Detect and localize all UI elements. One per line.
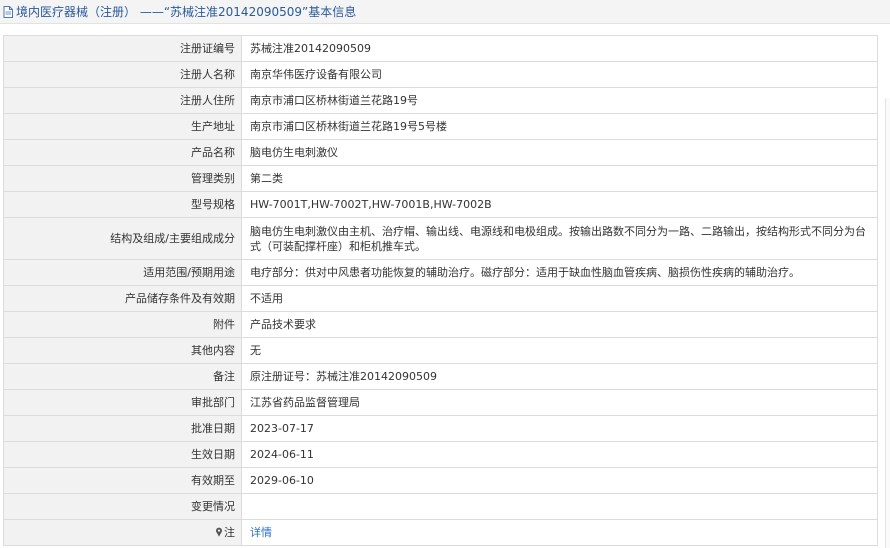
table-row: 生产地址 南京市浦口区桥林街道兰花路19号5号楼: [3, 113, 878, 140]
row-label: 备注: [3, 363, 242, 390]
row-value: 产品技术要求: [241, 311, 878, 338]
row-label: 注册人住所: [3, 87, 242, 114]
row-value: 南京市浦口区桥林街道兰花路19号: [241, 87, 878, 114]
page-title: 境内医疗器械（注册） ——“苏械注准20142090509”基本信息: [16, 5, 357, 19]
row-value: 南京华伟医疗设备有限公司: [241, 61, 878, 88]
row-value: 无: [241, 337, 878, 364]
page-title-bar: 境内医疗器械（注册） ——“苏械注准20142090509”基本信息: [0, 0, 890, 24]
row-label: 审批部门: [3, 389, 242, 416]
table-row: 产品名称 脑电仿生电刺激仪: [3, 139, 878, 166]
info-table-container: 注册证编号 苏械注准20142090509 注册人名称 南京华伟医疗设备有限公司…: [3, 35, 878, 546]
table-row: 有效期至 2029-06-10: [3, 467, 878, 494]
note-label: 注: [224, 525, 235, 539]
row-label: 生产地址: [3, 113, 242, 140]
table-row: 结构及组成/主要组成成分 脑电仿生电刺激仪由主机、治疗帽、输出线、电源线和电极组…: [3, 217, 878, 260]
table-row: 备注 原注册证号：苏械注准20142090509: [3, 363, 878, 390]
note-label-cell: 注: [3, 519, 242, 546]
row-label: 管理类别: [3, 165, 242, 192]
pin-icon: [215, 526, 223, 541]
table-row: 注册证编号 苏械注准20142090509: [3, 35, 878, 62]
row-value: 南京市浦口区桥林街道兰花路19号5号楼: [241, 113, 878, 140]
row-label: 适用范围/预期用途: [3, 259, 242, 286]
table-row: 注册人住所 南京市浦口区桥林街道兰花路19号: [3, 87, 878, 114]
table-row: 生效日期 2024-06-11: [3, 441, 878, 468]
row-label: 结构及组成/主要组成成分: [3, 217, 242, 260]
row-value: 第二类: [241, 165, 878, 192]
row-value: 2029-06-10: [241, 467, 878, 494]
row-value: 原注册证号：苏械注准20142090509: [241, 363, 878, 390]
row-value: HW-7001T,HW-7002T,HW-7001B,HW-7002B: [241, 191, 878, 218]
table-row: 附件 产品技术要求: [3, 311, 878, 338]
detail-link[interactable]: 详情: [250, 526, 272, 539]
row-value: 脑电仿生电刺激仪由主机、治疗帽、输出线、电源线和电极组成。按输出路数不同分为一路…: [241, 217, 878, 260]
row-label: 批准日期: [3, 415, 242, 442]
document-icon: [3, 5, 13, 18]
row-value: 电疗部分：供对中风患者功能恢复的辅助治疗。磁疗部分：适用于缺血性脑血管疾病、脑损…: [241, 259, 878, 286]
row-value: 2024-06-11: [241, 441, 878, 468]
table-row: 适用范围/预期用途 电疗部分：供对中风患者功能恢复的辅助治疗。磁疗部分：适用于缺…: [3, 259, 878, 286]
table-row: 型号规格 HW-7001T,HW-7002T,HW-7001B,HW-7002B: [3, 191, 878, 218]
row-label: 附件: [3, 311, 242, 338]
table-row-note: 注 详情: [3, 519, 878, 546]
row-value: [241, 493, 878, 520]
row-label: 注册人名称: [3, 61, 242, 88]
table-row: 其他内容 无: [3, 337, 878, 364]
table-row: 管理类别 第二类: [3, 165, 878, 192]
table-row: 变更情况: [3, 493, 878, 520]
row-value: 江苏省药品监督管理局: [241, 389, 878, 416]
row-value: 脑电仿生电刺激仪: [241, 139, 878, 166]
scrollbar[interactable]: [885, 98, 890, 548]
table-row: 注册人名称 南京华伟医疗设备有限公司: [3, 61, 878, 88]
row-label: 有效期至: [3, 467, 242, 494]
note-value-cell: 详情: [241, 519, 878, 546]
row-label: 型号规格: [3, 191, 242, 218]
row-label: 其他内容: [3, 337, 242, 364]
row-value: 不适用: [241, 285, 878, 312]
row-value: 苏械注准20142090509: [241, 35, 878, 62]
row-label: 变更情况: [3, 493, 242, 520]
table-row: 产品储存条件及有效期 不适用: [3, 285, 878, 312]
row-label: 产品储存条件及有效期: [3, 285, 242, 312]
basic-info-table: 注册证编号 苏械注准20142090509 注册人名称 南京华伟医疗设备有限公司…: [3, 35, 878, 546]
row-value: 2023-07-17: [241, 415, 878, 442]
row-label: 生效日期: [3, 441, 242, 468]
table-row: 审批部门 江苏省药品监督管理局: [3, 389, 878, 416]
row-label: 产品名称: [3, 139, 242, 166]
row-label: 注册证编号: [3, 35, 242, 62]
table-row: 批准日期 2023-07-17: [3, 415, 878, 442]
